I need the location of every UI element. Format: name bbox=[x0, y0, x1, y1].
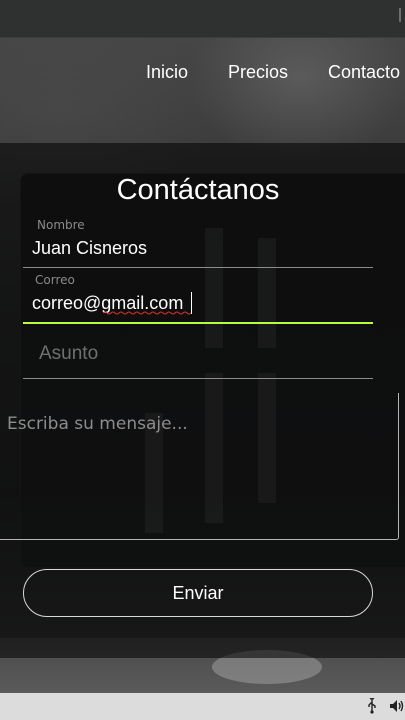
text-caret bbox=[191, 292, 192, 314]
send-button[interactable]: Enviar bbox=[23, 569, 373, 617]
nav-item-inicio[interactable]: Inicio bbox=[146, 62, 188, 83]
usb-icon[interactable] bbox=[366, 697, 378, 714]
spellcheck-underline bbox=[103, 311, 191, 315]
nav-item-contacto[interactable]: Contacto bbox=[328, 62, 400, 83]
name-field-label: Nombre bbox=[37, 218, 85, 232]
name-field-underline bbox=[23, 267, 373, 268]
message-placeholder: Escriba su mensaje... bbox=[7, 414, 188, 434]
main-nav: Inicio Precios Contacto bbox=[0, 62, 405, 84]
subject-field-underline bbox=[23, 378, 373, 379]
email-field-underline-active bbox=[23, 322, 373, 324]
email-field-label: Correo bbox=[35, 273, 75, 287]
window-edge-mark bbox=[399, 8, 401, 22]
name-field[interactable]: Juan Cisneros bbox=[32, 238, 147, 259]
subject-field[interactable]: Asunto bbox=[39, 343, 98, 365]
taskbar bbox=[0, 693, 405, 720]
browser-top-bar bbox=[0, 0, 405, 38]
volume-icon[interactable] bbox=[389, 698, 405, 714]
nav-item-precios[interactable]: Precios bbox=[228, 62, 288, 83]
form-title: Contáctanos bbox=[116, 174, 280, 206]
